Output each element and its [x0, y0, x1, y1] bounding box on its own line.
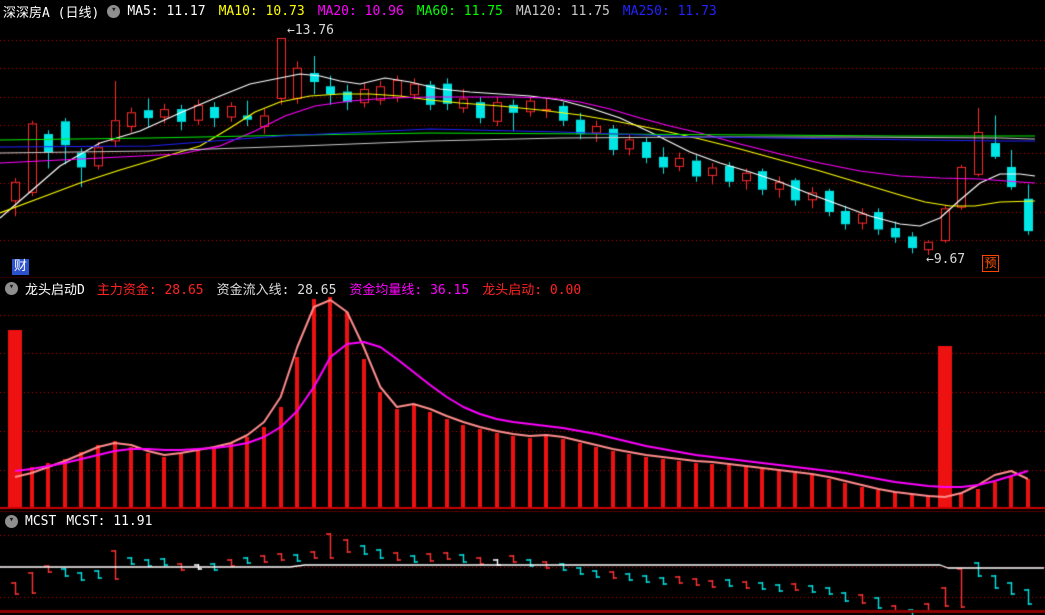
price-panel-header: 深深房A (日线) MA5: 11.17 MA10: 10.73 MA20: 1… — [3, 2, 730, 21]
mcst-value: MCST: 11.91 — [66, 513, 153, 529]
collapse-chevron-icon[interactable] — [5, 281, 18, 295]
low-price-annotation: ←9.67 — [926, 252, 966, 267]
high-price-annotation: ←13.76 — [287, 23, 334, 38]
price-chart-area[interactable] — [0, 22, 1045, 277]
ma120-value: MA120: 11.75 — [515, 3, 610, 19]
indicator-panel-header: 龙头启动D 主力资金: 28.65 资金流入线: 28.65 资金均量线: 36… — [3, 279, 594, 298]
inflow-line-value: 资金流入线: 28.65 — [216, 282, 337, 298]
indicator-chart-area[interactable] — [0, 297, 1045, 509]
stock-app-window: { "panel1": { "title": "深深房A (日线)", "mas… — [0, 0, 1045, 615]
finance-flag-label[interactable]: 财 — [12, 259, 29, 275]
ma10-value: MA10: 10.73 — [218, 3, 305, 19]
ma5-value: MA5: 11.17 — [127, 3, 206, 19]
collapse-chevron-icon[interactable] — [5, 514, 18, 528]
avg-volume-value: 资金均量线: 36.15 — [349, 282, 470, 298]
ma250-value: MA250: 11.73 — [622, 3, 717, 19]
dragon-start-value: 龙头启动: 0.00 — [482, 282, 582, 298]
indicator-title: 龙头启动D — [25, 282, 85, 298]
ma60-value: MA60: 11.75 — [416, 3, 503, 19]
stock-title: 深深房A (日线) — [3, 5, 100, 21]
mcst-chart-area[interactable] — [0, 531, 1045, 611]
mcst-panel-header: MCST MCST: 11.91 — [3, 512, 152, 530]
ma20-value: MA20: 10.96 — [317, 3, 404, 19]
mcst-title: MCST — [25, 513, 57, 529]
main-funds-value: 主力资金: 28.65 — [96, 282, 204, 298]
collapse-chevron-icon[interactable] — [107, 4, 121, 18]
forecast-flag-label[interactable]: 预 — [982, 255, 999, 272]
